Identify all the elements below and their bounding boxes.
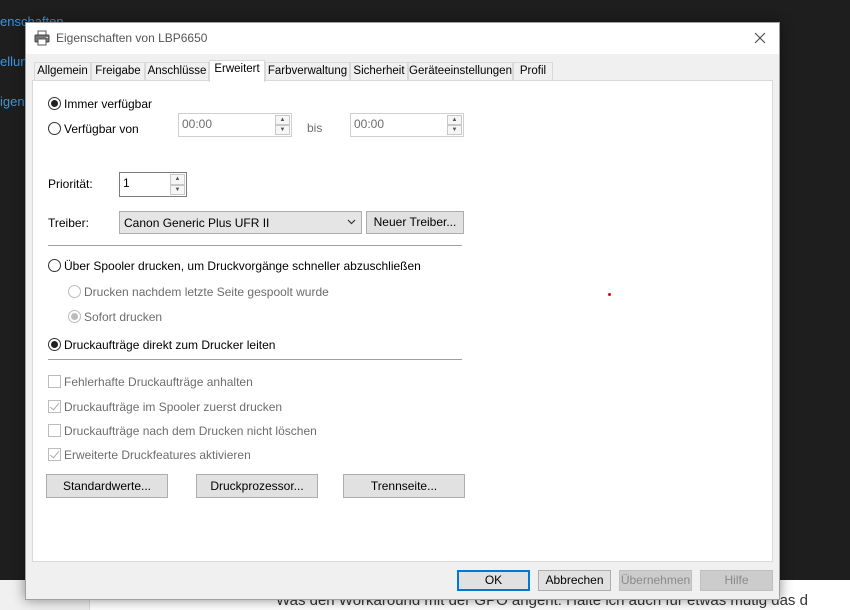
keep-printed-label: Druckaufträge nach dem Drucken nicht lös… (64, 424, 317, 438)
spool-option[interactable]: Über Spooler drucken, um Druckvorgänge s… (48, 259, 421, 273)
priority-value: 1 (123, 176, 130, 190)
print-processor-button[interactable]: Druckprozessor... (196, 474, 318, 498)
defaults-button[interactable]: Standardwerte... (46, 474, 168, 498)
until-label: bis (307, 121, 323, 135)
tab-anschluesse[interactable]: Anschlüsse (145, 62, 209, 81)
tab-profil[interactable]: Profil (513, 62, 553, 81)
print-immediately-radio[interactable] (68, 310, 81, 323)
print-after-last-page-option[interactable]: Drucken nachdem letzte Seite gespoolt wu… (68, 285, 329, 299)
print-after-last-page-radio[interactable] (68, 285, 81, 298)
keep-printed-option[interactable]: Druckaufträge nach dem Drucken nicht lös… (48, 424, 317, 438)
until-time-down-button[interactable]: ▼ (447, 125, 462, 135)
print-direct-label: Druckaufträge direkt zum Drucker leiten (64, 338, 276, 352)
advanced-tab-panel: Immer verfügbar Verfügbar von 00:00 ▲ ▼ … (32, 80, 773, 562)
priority-stepper[interactable]: 1 ▲ ▼ (119, 172, 187, 197)
advanced-features-checkbox[interactable] (48, 448, 61, 461)
priority-arrows: ▲ ▼ (170, 174, 185, 195)
background-link-2[interactable]: ellun (0, 54, 27, 69)
tab-erweitert[interactable]: Erweitert (209, 60, 265, 82)
hold-mismatched-label: Fehlerhafte Druckaufträge anhalten (64, 375, 253, 389)
spool-radio[interactable] (48, 259, 61, 272)
close-button[interactable] (749, 28, 771, 50)
until-time-value: 00:00 (354, 117, 385, 131)
tab-geraeteeinstellungen[interactable]: Geräteeinstellungen (408, 62, 513, 81)
printer-properties-dialog: Eigenschaften von LBP6650 Allgemein Frei… (25, 22, 780, 600)
always-available-label: Immer verfügbar (64, 97, 153, 111)
available-from-option[interactable]: Verfügbar von (48, 122, 139, 136)
separator-1 (48, 245, 462, 246)
until-time-up-button[interactable]: ▲ (447, 115, 462, 125)
new-driver-button[interactable]: Neuer Treiber... (366, 211, 464, 234)
always-available-option[interactable]: Immer verfügbar (48, 97, 152, 111)
window-title: Eigenschaften von LBP6650 (56, 31, 208, 45)
available-from-radio[interactable] (48, 122, 61, 135)
driver-selected-value: Canon Generic Plus UFR II (124, 216, 270, 230)
advanced-features-option[interactable]: Erweiterte Druckfeatures aktivieren (48, 448, 251, 462)
tab-freigabe[interactable]: Freigabe (91, 62, 145, 81)
chevron-down-icon (347, 219, 356, 225)
apply-button[interactable]: Übernehmen (619, 570, 692, 591)
tab-sicherheit[interactable]: Sicherheit (350, 62, 408, 81)
red-dot-marker (608, 293, 611, 296)
print-immediately-label: Sofort drucken (84, 310, 163, 324)
hold-mismatched-checkbox[interactable] (48, 375, 61, 388)
always-available-radio[interactable] (48, 97, 61, 110)
keep-printed-checkbox[interactable] (48, 424, 61, 437)
separator-page-button[interactable]: Trennseite... (343, 474, 465, 498)
tab-farbverwaltung[interactable]: Farbverwaltung (265, 62, 350, 81)
cancel-button[interactable]: Abbrechen (538, 570, 611, 591)
spool-label: Über Spooler drucken, um Druckvorgänge s… (64, 259, 421, 273)
from-time-arrows: ▲ ▼ (275, 115, 290, 135)
available-from-label: Verfügbar von (64, 122, 139, 136)
print-immediately-option[interactable]: Sofort drucken (68, 310, 162, 324)
ok-button[interactable]: OK (457, 570, 530, 591)
until-time-arrows: ▲ ▼ (447, 115, 462, 135)
print-spooled-first-option[interactable]: Druckaufträge im Spooler zuerst drucken (48, 400, 282, 414)
priority-up-button[interactable]: ▲ (170, 174, 185, 185)
print-after-last-page-label: Drucken nachdem letzte Seite gespoolt wu… (84, 285, 329, 299)
priority-down-button[interactable]: ▼ (170, 184, 185, 195)
title-bar[interactable]: Eigenschaften von LBP6650 (26, 23, 779, 54)
advanced-features-label: Erweiterte Druckfeatures aktivieren (64, 448, 251, 462)
background-link-3[interactable]: igen (0, 94, 25, 109)
priority-label: Priorität: (48, 177, 93, 191)
print-spooled-first-checkbox[interactable] (48, 400, 61, 413)
print-spooled-first-label: Druckaufträge im Spooler zuerst drucken (64, 400, 283, 414)
close-icon (754, 32, 766, 44)
from-time-value: 00:00 (182, 117, 213, 131)
driver-label: Treiber: (48, 216, 89, 230)
tab-allgemein[interactable]: Allgemein (34, 62, 91, 81)
hold-mismatched-option[interactable]: Fehlerhafte Druckaufträge anhalten (48, 375, 253, 389)
from-time-stepper[interactable]: 00:00 ▲ ▼ (178, 113, 292, 137)
from-time-down-button[interactable]: ▼ (275, 125, 290, 135)
driver-select[interactable]: Canon Generic Plus UFR II (119, 211, 362, 234)
printer-icon (34, 30, 50, 46)
print-direct-radio[interactable] (48, 338, 61, 351)
until-time-stepper[interactable]: 00:00 ▲ ▼ (350, 113, 464, 137)
from-time-up-button[interactable]: ▲ (275, 115, 290, 125)
help-button[interactable]: Hilfe (700, 570, 773, 591)
separator-2 (48, 359, 462, 360)
print-direct-option[interactable]: Druckaufträge direkt zum Drucker leiten (48, 338, 275, 352)
